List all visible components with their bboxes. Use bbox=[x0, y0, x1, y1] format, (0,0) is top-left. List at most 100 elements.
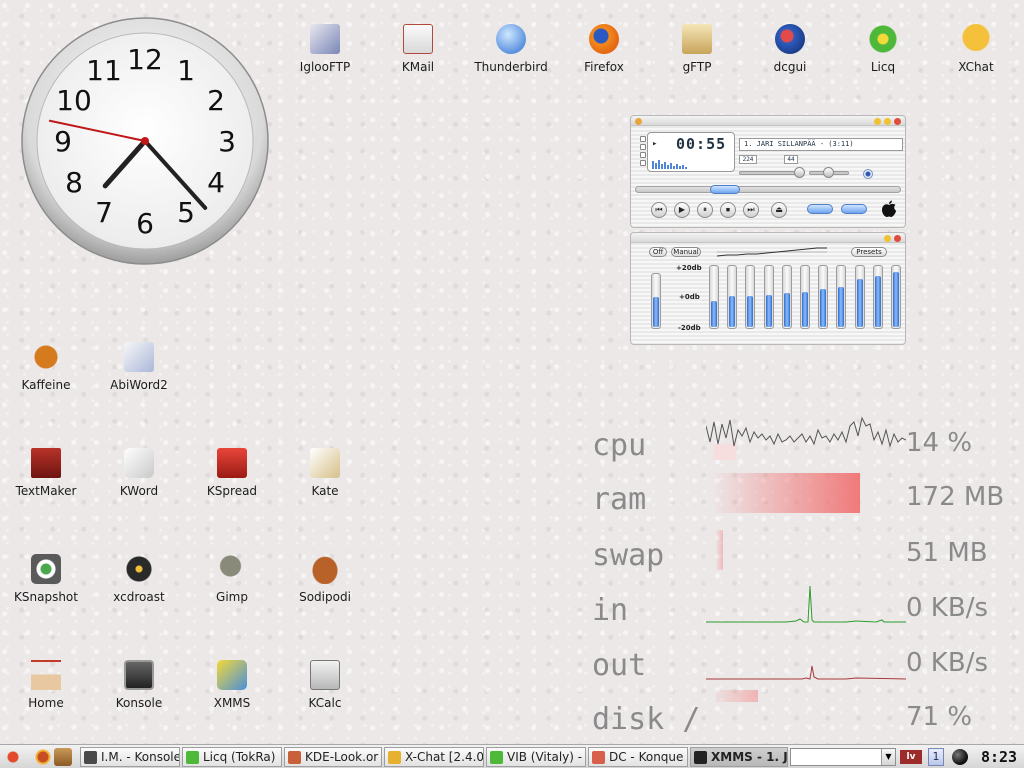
desktop-icon-kword[interactable]: KWord bbox=[97, 446, 181, 498]
xmms-equalizer-window[interactable]: Off Manual Presets +20db +0db -20db bbox=[630, 232, 906, 345]
xmms-title-bar[interactable] bbox=[631, 116, 905, 126]
desktop-icon-thunderbird[interactable]: Thunderbird bbox=[469, 22, 553, 74]
launcher-2-icon[interactable] bbox=[54, 748, 72, 766]
desktop-icon-kspread[interactable]: KSpread bbox=[190, 446, 274, 498]
playlist-toggle-button[interactable] bbox=[841, 204, 867, 214]
taskbar-task[interactable]: VIB (Vitaly) - bbox=[486, 747, 586, 767]
kde-menu-icon[interactable] bbox=[4, 748, 22, 766]
equalizer-toggle-button[interactable] bbox=[807, 204, 833, 214]
desktop-icon-gftp[interactable]: gFTP bbox=[655, 22, 739, 74]
volume-knob[interactable] bbox=[794, 167, 805, 178]
desktop-icon-xchat[interactable]: XChat bbox=[934, 22, 1018, 74]
textmaker-icon bbox=[31, 448, 61, 478]
eq-band-slider[interactable] bbox=[745, 265, 756, 329]
close-icon[interactable] bbox=[894, 118, 901, 125]
next-button[interactable]: ⏭ bbox=[743, 202, 759, 218]
desktop-icon-abiword2[interactable]: AbiWord2 bbox=[97, 340, 181, 392]
pause-button[interactable]: ⏸ bbox=[697, 202, 713, 218]
desktop-icon-label: xcdroast bbox=[113, 590, 165, 604]
tb-toggle[interactable] bbox=[863, 169, 873, 179]
desktop-icon-textmaker[interactable]: TextMaker bbox=[4, 446, 88, 498]
eq-band-slider[interactable] bbox=[872, 265, 883, 329]
desktop-icon-sodipodi[interactable]: Sodipodi bbox=[283, 552, 367, 604]
eq-presets-button[interactable]: Presets bbox=[851, 247, 887, 257]
eq-band-slider[interactable] bbox=[891, 265, 901, 329]
stop-button[interactable]: ⏹ bbox=[720, 202, 736, 218]
bomb-icon[interactable] bbox=[952, 749, 968, 765]
shade-icon[interactable] bbox=[884, 118, 891, 125]
desktop-icon-licq[interactable]: Licq bbox=[841, 22, 925, 74]
volume-slider[interactable] bbox=[739, 167, 805, 178]
cpu-value: 14 % bbox=[906, 428, 973, 458]
eq-band-fill bbox=[838, 286, 845, 327]
ksnapshot-icon bbox=[31, 554, 61, 584]
eq-band-slider[interactable] bbox=[818, 265, 829, 329]
song-title-display: 1. JARI SILLANPÄÄ - (3:11) bbox=[739, 138, 903, 151]
dropdown-arrow-icon[interactable]: ▼ bbox=[881, 749, 895, 765]
desktop-icon-kaffeine[interactable]: Kaffeine bbox=[4, 340, 88, 392]
play-button[interactable]: ▶ bbox=[674, 202, 690, 218]
desktop-icon-kmail[interactable]: KMail bbox=[376, 22, 460, 74]
clock-numeral: 8 bbox=[65, 166, 83, 199]
eq-off-button[interactable]: Off bbox=[649, 247, 667, 257]
desktop-icon-firefox[interactable]: Firefox bbox=[562, 22, 646, 74]
keyboard-layout-indicator[interactable]: lv bbox=[900, 750, 922, 764]
seek-bar[interactable] bbox=[635, 185, 901, 194]
desktop-icon-gimp[interactable]: Gimp bbox=[190, 552, 274, 604]
net-out-graph bbox=[706, 665, 906, 680]
seek-handle[interactable] bbox=[710, 185, 740, 194]
run-command-field[interactable]: ▼ bbox=[790, 748, 896, 766]
taskbar-task[interactable]: X-Chat [2.4.0 bbox=[384, 747, 484, 767]
balance-slider[interactable] bbox=[809, 167, 849, 178]
taskbar-task[interactable]: I.M. - Konsole bbox=[80, 747, 180, 767]
taskbar-task[interactable]: XMMS - 1. Ja bbox=[690, 747, 788, 767]
launcher-icon[interactable] bbox=[34, 748, 52, 766]
desktop-icon-konsole[interactable]: Konsole bbox=[97, 658, 181, 710]
xmms-main-window[interactable]: ▸ 00:55 1. JARI SILLANPÄÄ - (3:11) 224 4… bbox=[630, 115, 906, 228]
desktop-icon-xcdroast[interactable]: xcdroast bbox=[97, 552, 181, 604]
previous-button[interactable]: ⏮ bbox=[651, 202, 667, 218]
desktop-icon-dcgui[interactable]: dcgui bbox=[748, 22, 832, 74]
taskbar-task[interactable]: Licq (TokRa) bbox=[182, 747, 282, 767]
licq-icon bbox=[186, 751, 199, 764]
taskbar-task[interactable]: KDE-Look.or bbox=[284, 747, 382, 767]
eq-band-fill bbox=[893, 272, 899, 327]
balance-knob[interactable] bbox=[823, 167, 834, 178]
menu-dot-icon[interactable] bbox=[635, 118, 642, 125]
eq-band-slider[interactable] bbox=[727, 265, 738, 329]
side-buttons[interactable] bbox=[640, 136, 646, 170]
samplerate-display: 44 bbox=[784, 155, 798, 164]
eq-close-icon[interactable] bbox=[894, 235, 901, 242]
eq-shade-icon[interactable] bbox=[884, 235, 891, 242]
disk-label: disk / bbox=[592, 702, 701, 737]
desktop-icon-label: Thunderbird bbox=[474, 60, 548, 74]
desktop-icon-kcalc[interactable]: KCalc bbox=[283, 658, 367, 710]
desktop-pager[interactable]: 1 bbox=[928, 748, 944, 766]
desktop-icon-xmms[interactable]: XMMS bbox=[190, 658, 274, 710]
eq-band-slider[interactable] bbox=[800, 265, 810, 329]
clock-numeral: 7 bbox=[95, 196, 113, 229]
taskbar-task[interactable]: DC - Konque bbox=[588, 747, 688, 767]
eject-button[interactable]: ⏏ bbox=[771, 202, 787, 218]
eq-band-slider[interactable] bbox=[836, 265, 847, 329]
taskbar[interactable]: I.M. - Konsole Licq (TokRa) KDE-Look.or X-C… bbox=[0, 744, 1024, 768]
eq-band-slider[interactable] bbox=[763, 265, 774, 329]
eq-manual-button[interactable]: Manual bbox=[671, 247, 701, 257]
desktop-icon-home[interactable]: Home bbox=[4, 658, 88, 710]
desktop-icon-label: Licq bbox=[870, 60, 896, 74]
desktop-icon-kate[interactable]: Kate bbox=[283, 446, 367, 498]
taskbar-clock[interactable]: 8:23 bbox=[978, 747, 1020, 767]
desktop-icon-ksnapshot[interactable]: KSnapshot bbox=[4, 552, 88, 604]
eq-preamp-slider[interactable] bbox=[651, 273, 661, 329]
eq-band-slider[interactable] bbox=[781, 265, 792, 329]
eq-label-mid: +0db bbox=[679, 293, 700, 301]
eq-band-slider[interactable] bbox=[709, 265, 719, 329]
minimize-icon[interactable] bbox=[874, 118, 881, 125]
time-readout: 00:55 bbox=[676, 135, 727, 153]
eq-label-bottom: -20db bbox=[678, 324, 701, 332]
eq-band-fill bbox=[783, 292, 790, 327]
eq-band-slider[interactable] bbox=[854, 265, 865, 329]
desktop-icon-iglooftp[interactable]: IglooFTP bbox=[283, 22, 367, 74]
equalizer-title-bar[interactable] bbox=[631, 233, 905, 243]
xmms-player[interactable]: ▸ 00:55 1. JARI SILLANPÄÄ - (3:11) 224 4… bbox=[630, 115, 906, 345]
